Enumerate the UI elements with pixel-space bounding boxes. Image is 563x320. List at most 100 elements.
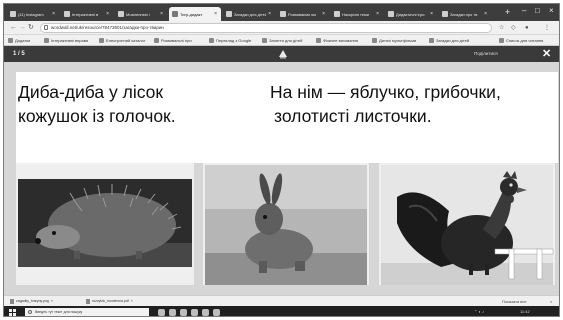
bookmark-item[interactable]: Переклад з Google xyxy=(209,37,251,44)
bookmark-icon xyxy=(44,38,49,43)
close-tab-icon[interactable]: × xyxy=(268,11,271,17)
reading-list-icon xyxy=(499,38,504,43)
chevron-up-icon[interactable]: ˄ xyxy=(51,298,53,305)
rooster-icon xyxy=(381,165,554,285)
download-item[interactable]: zagadky_tvaryny.png ˄ xyxy=(10,298,53,305)
show-all-downloads-button[interactable]: Показати все xyxy=(502,298,527,305)
minimize-icon[interactable]: – xyxy=(522,6,526,16)
file-icon xyxy=(86,299,90,304)
bookmark-icon xyxy=(209,38,214,43)
close-presentation-button[interactable]: ✕ xyxy=(542,47,551,61)
chevron-up-icon[interactable]: ˄ xyxy=(131,298,133,305)
hare-icon xyxy=(205,165,367,285)
tab-interaktyvni[interactable]: Інтерактивні в × xyxy=(61,7,113,21)
word-icon[interactable] xyxy=(213,309,220,316)
download-item[interactable]: rozvytok_movlennia.pdf ˄ xyxy=(86,298,133,305)
riddle-card: Диба-диба у лісок кожушок із голочок. На… xyxy=(16,72,558,163)
hare-image xyxy=(203,163,369,285)
bookmark-icon xyxy=(316,38,321,43)
tab-favicon-icon xyxy=(10,11,16,17)
bookmark-icon xyxy=(262,38,267,43)
tab-favicon-icon xyxy=(226,11,232,17)
hedgehog-image xyxy=(16,163,194,285)
close-downloads-icon[interactable]: × xyxy=(550,298,552,305)
windows-start-icon[interactable] xyxy=(9,309,16,316)
clock[interactable]: 11:42 xyxy=(520,308,530,316)
task-view-icon[interactable] xyxy=(158,309,165,316)
apps-icon xyxy=(8,38,13,43)
search-icon xyxy=(28,310,32,314)
tab-favicon-icon xyxy=(118,11,124,17)
address-text: wordwall.net/uk/resource/78473501/загадк… xyxy=(51,25,164,30)
close-tab-icon[interactable]: × xyxy=(322,11,325,17)
bookmarks-bar: Додатки Інтерактивні вправи Електронний … xyxy=(4,35,559,46)
tab-favicon-icon xyxy=(172,11,178,17)
close-tab-icon[interactable]: × xyxy=(106,11,109,17)
tab-instagram[interactable]: (11) Instagram × xyxy=(7,7,59,21)
close-window-icon[interactable]: × xyxy=(549,6,554,16)
tab-favicon-icon xyxy=(334,11,340,17)
tab-naskrizni[interactable]: Наскрізні теми × xyxy=(331,7,383,21)
riddle-left-line-2: кожушок із голочок. xyxy=(18,106,176,126)
address-bar[interactable]: wordwall.net/uk/resource/78473501/загадк… xyxy=(40,23,492,33)
extensions-icon[interactable]: ◇ xyxy=(511,24,516,32)
forward-icon[interactable]: → xyxy=(19,23,26,32)
tab-strip: (11) Instagram × Інтерактивні в × Мовлен… xyxy=(4,4,559,21)
download-bar: zagadky_tvaryny.png ˄ rozvytok_movlennia… xyxy=(4,295,559,306)
bookmark-item[interactable]: Додатки xyxy=(8,37,30,44)
tab-dydaktychni[interactable]: Дидактичні ігри × xyxy=(385,7,437,21)
bookmark-item[interactable]: Загадки для дітей xyxy=(429,37,469,44)
new-tab-icon[interactable]: + xyxy=(505,7,510,17)
chrome-icon[interactable] xyxy=(191,309,198,316)
bookmark-item[interactable]: Електронний каталог xyxy=(99,37,145,44)
bookmark-item[interactable]: Фізичне виховання xyxy=(316,37,358,44)
tab-rozvyvaiemo[interactable]: Розвиваємо мо × xyxy=(277,7,329,21)
tray-icons[interactable]: ⌃ ◐ ♪ xyxy=(474,308,484,316)
tab-favicon-icon xyxy=(442,11,448,17)
bookmark-item[interactable]: Список для читання xyxy=(499,37,543,44)
riddle-right-line-1: На нім — яблучко, грибочки, xyxy=(270,82,501,102)
tab-favicon-icon xyxy=(64,11,70,17)
close-tab-icon[interactable]: × xyxy=(214,11,217,17)
menu-icon[interactable]: ⋮ xyxy=(544,24,550,32)
bookmark-icon xyxy=(154,38,159,43)
presentation-logo-icon xyxy=(279,50,287,59)
tab-zagadky-tvaryny[interactable]: Загадки про тв × xyxy=(439,7,491,21)
page-counter: 1 / 5 xyxy=(13,51,25,57)
riddle-left-line-1: Диба-диба у лісок xyxy=(18,82,164,102)
file-icon xyxy=(10,299,14,304)
reload-icon[interactable]: ↻ xyxy=(28,23,34,32)
share-button[interactable]: Поділитися xyxy=(474,50,498,58)
back-icon[interactable]: ← xyxy=(10,23,17,32)
tab-favicon-icon xyxy=(280,11,286,17)
hedgehog-icon xyxy=(18,179,192,267)
star-icon[interactable]: ☆ xyxy=(499,24,504,32)
profile-icon[interactable]: ● xyxy=(525,24,529,32)
maximize-icon[interactable]: □ xyxy=(535,6,540,16)
taskbar: Введіть тут текст для пошуку ⌃ ◐ ♪ 11:42 xyxy=(4,306,559,316)
taskbar-search-input[interactable]: Введіть тут текст для пошуку xyxy=(25,308,149,316)
store-icon[interactable] xyxy=(202,309,209,316)
close-tab-icon[interactable]: × xyxy=(430,11,433,17)
bookmark-icon xyxy=(429,38,434,43)
tab-zagadky[interactable]: Загадки для дітей × xyxy=(223,7,275,21)
tab-movlennievi[interactable]: Мовленнєві і × xyxy=(115,7,167,21)
tab-active[interactable]: Тигр-дидакт × xyxy=(169,7,221,21)
bookmark-icon xyxy=(372,38,377,43)
bookmark-item[interactable]: Заняття для дітей xyxy=(262,37,302,44)
bookmark-item[interactable]: Розвивальні ігри xyxy=(154,37,192,44)
presentation-bar: 1 / 5 Поділитися ✕ xyxy=(4,46,559,62)
bookmark-item[interactable]: Інтерактивні вправи xyxy=(44,37,88,44)
browser-window: (11) Instagram × Інтерактивні в × Мовлен… xyxy=(3,3,560,317)
slide-content: Диба-диба у лісок кожушок із голочок. На… xyxy=(4,62,559,295)
close-tab-icon[interactable]: × xyxy=(160,11,163,17)
rooster-image xyxy=(379,163,555,285)
riddle-right-line-2: золотисті листочки. xyxy=(274,106,432,126)
lock-icon xyxy=(44,25,48,30)
bookmark-item[interactable]: Дитячі мультфільми xyxy=(372,37,416,44)
file-explorer-icon[interactable] xyxy=(180,309,187,316)
edge-icon[interactable] xyxy=(169,309,176,316)
close-tab-icon[interactable]: × xyxy=(376,11,379,17)
close-tab-icon[interactable]: × xyxy=(484,11,487,17)
close-tab-icon[interactable]: × xyxy=(52,11,55,17)
